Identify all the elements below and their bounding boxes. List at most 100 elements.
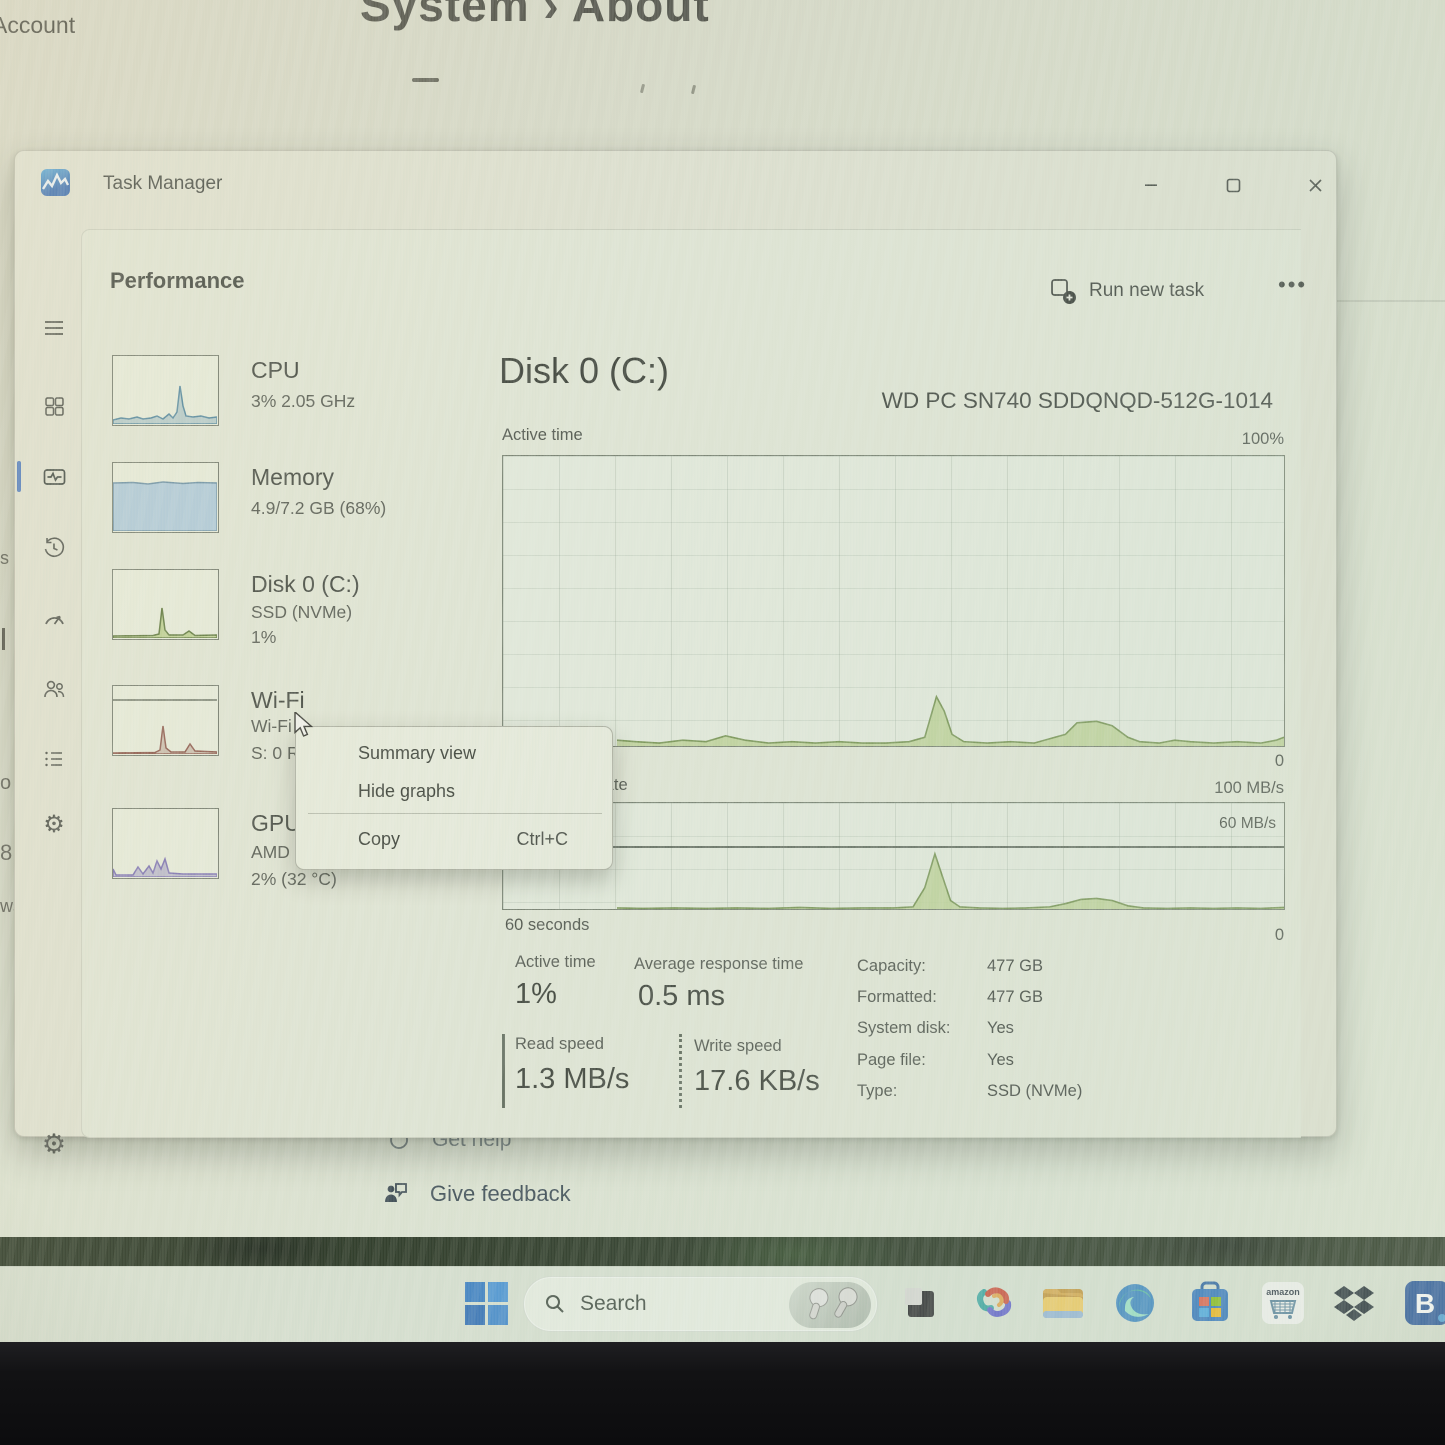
page-title: Performance (110, 268, 245, 294)
taskbar-search[interactable]: Search (523, 1276, 878, 1332)
settings-breadcrumb: System › About (360, 0, 710, 32)
details-icon (42, 747, 66, 771)
copilot-icon (974, 1282, 1016, 1324)
hamburger-menu-button[interactable] (39, 313, 69, 343)
nav-performance-selected[interactable] (39, 462, 69, 492)
windows-logo-icon (465, 1282, 508, 1325)
write-speed-label: Write speed (694, 1037, 782, 1056)
nav-startup-apps[interactable] (39, 604, 69, 634)
nav-services[interactable]: ⚙ (39, 809, 69, 839)
mouse-cursor (293, 712, 317, 738)
nav-processes[interactable] (39, 391, 69, 421)
task-manager-nav-rail: ⚙ ⚙ (15, 211, 81, 1138)
metric-row-disk[interactable]: Disk 0 (C:) SSD (NVMe) 1% (98, 569, 498, 661)
performance-panel: Performance Run new task ••• CPU (81, 229, 1301, 1138)
settings-artifact-mark (691, 85, 696, 94)
write-speed-divider (679, 1034, 682, 1108)
menu-item-summary-view[interactable]: Summary view (306, 735, 604, 771)
edge-icon (1113, 1281, 1157, 1325)
context-menu: Summary view Hide graphs Copy Ctrl+C (295, 726, 613, 870)
task-manager-titlebar[interactable]: Task Manager (15, 151, 1336, 211)
give-feedback-link[interactable]: Give feedback (382, 1180, 571, 1208)
dropbox-icon (1332, 1282, 1376, 1324)
formatted-label: Formatted: (857, 988, 937, 1007)
task-manager-app-icon (41, 169, 70, 196)
svg-text:amazon: amazon (1266, 1287, 1300, 1297)
close-button[interactable] (1292, 169, 1338, 201)
settings-nav-fragment: o (0, 772, 11, 795)
metric-name: Wi-Fi (251, 687, 305, 714)
settings-button[interactable]: ⚙ (39, 1129, 69, 1159)
page-file-label: Page file: (857, 1051, 926, 1070)
startup-apps-icon (42, 607, 67, 632)
microsoft-store-button[interactable] (1186, 1279, 1234, 1327)
start-button[interactable] (462, 1279, 510, 1327)
menu-item-hide-graphs[interactable]: Hide graphs (306, 773, 604, 809)
copilot-button[interactable] (971, 1279, 1019, 1327)
nav-details[interactable] (39, 744, 69, 774)
menu-separator (308, 813, 602, 814)
active-time-graph[interactable] (502, 455, 1285, 747)
menu-item-label: Summary view (358, 743, 476, 764)
active-time-max-label: 100% (1242, 430, 1284, 449)
search-placeholder: Search (580, 1292, 647, 1316)
run-new-task-icon (1050, 278, 1077, 305)
memory-thumbnail-graph (112, 462, 219, 533)
more-options-button[interactable]: ••• (1278, 272, 1307, 298)
capacity-value: 477 GB (987, 957, 1043, 976)
active-time-stat-label: Active time (515, 953, 596, 972)
booking-app-button[interactable]: B (1403, 1279, 1445, 1327)
metric-detail2: S: 0 R (251, 743, 300, 764)
minimize-button[interactable] (1128, 169, 1174, 201)
settings-nav-fragment: 8 (0, 840, 12, 866)
metric-detail: Wi-Fi (251, 716, 292, 737)
task-view-icon (900, 1283, 940, 1323)
laptop-screen: System › About Account s o 8 ws Get help (0, 0, 1445, 1342)
gpu-thumbnail-graph (112, 808, 219, 879)
maximize-button[interactable] (1210, 169, 1256, 201)
transfer-rate-graph[interactable]: 60 MB/s (502, 802, 1285, 910)
run-new-task-button[interactable]: Run new task (1050, 270, 1250, 312)
page-file-value: Yes (987, 1051, 1014, 1070)
edge-browser-button[interactable] (1111, 1279, 1159, 1327)
app-history-icon (42, 536, 66, 560)
task-view-button[interactable] (896, 1279, 944, 1327)
file-explorer-icon (1040, 1283, 1086, 1323)
give-feedback-icon (382, 1180, 410, 1208)
metric-row-cpu[interactable]: CPU 3% 2.05 GHz (98, 355, 498, 447)
detail-title: Disk 0 (C:) (499, 350, 669, 392)
wifi-thumbnail-graph (112, 685, 219, 756)
nav-app-history[interactable] (39, 533, 69, 563)
close-icon (1308, 178, 1323, 193)
search-highlight-image-earbuds (789, 1282, 871, 1328)
laptop-bezel: acer (0, 1342, 1445, 1445)
disk-model: WD PC SN740 SDDQNQD-512G-1014 (882, 388, 1273, 414)
metric-name: CPU (251, 357, 300, 384)
settings-nav-account-label: Account (0, 12, 75, 39)
active-time-stat-value: 1% (515, 978, 557, 1011)
amazon-button[interactable]: amazon (1259, 1279, 1307, 1327)
active-time-graph-label: Active time (502, 426, 583, 445)
metric-detail: AMD (251, 842, 290, 863)
active-time-zero-label: 0 (1275, 752, 1284, 771)
task-manager-window: Task Manager (14, 150, 1337, 1137)
metric-detail: 3% 2.05 GHz (251, 391, 355, 412)
system-disk-value: Yes (987, 1019, 1014, 1038)
settings-divider-fragment (1337, 300, 1445, 302)
booking-b-icon: B (1404, 1280, 1445, 1326)
nav-users[interactable] (39, 674, 69, 704)
metric-row-memory[interactable]: Memory 4.9/7.2 GB (68%) (98, 462, 498, 554)
users-icon (42, 677, 67, 702)
menu-item-label: Copy (358, 829, 400, 850)
menu-item-copy[interactable]: Copy Ctrl+C (306, 821, 604, 857)
metric-name: Memory (251, 464, 334, 491)
file-explorer-button[interactable] (1039, 1279, 1087, 1327)
menu-item-shortcut: Ctrl+C (516, 829, 568, 850)
performance-icon (42, 465, 67, 490)
metric-detail: 4.9/7.2 GB (68%) (251, 498, 386, 519)
formatted-value: 477 GB (987, 988, 1043, 1007)
dropbox-button[interactable] (1330, 1279, 1378, 1327)
window-title: Task Manager (103, 173, 222, 195)
search-icon (544, 1293, 566, 1315)
settings-nav-fragment: s (0, 548, 9, 569)
